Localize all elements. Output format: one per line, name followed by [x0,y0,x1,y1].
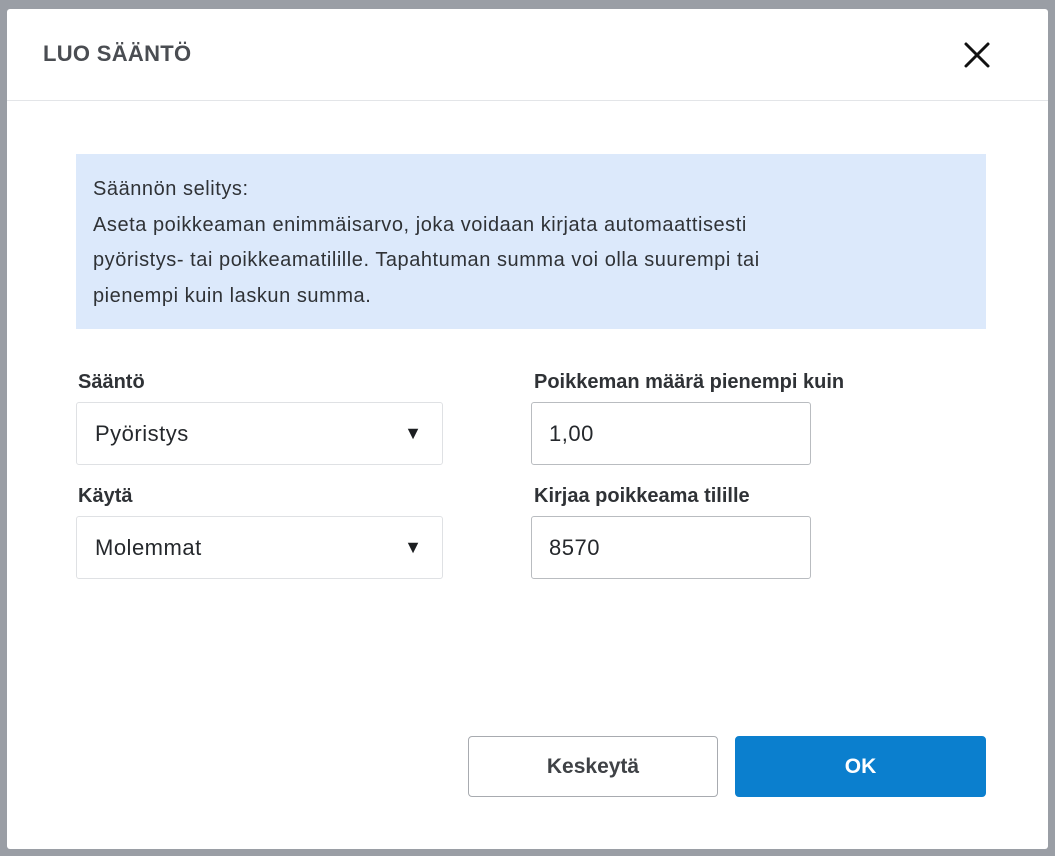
use-label: Käytä [78,485,133,507]
ok-button[interactable]: OK [735,736,986,797]
deviation-amount-input[interactable] [531,402,811,465]
account-input[interactable] [531,516,811,579]
rule-explanation: Säännön selitys: Aseta poikkeaman enimmä… [76,154,986,329]
account-label: Kirjaa poikkeama tilille [534,485,750,507]
close-button[interactable] [959,37,995,73]
dialog-title: LUO SÄÄNTÖ [43,41,192,66]
chevron-down-icon: ▼ [404,423,422,443]
explanation-line: pienempi kuin laskun summa. [93,284,372,307]
use-select-value: Molemmat [95,535,202,560]
use-select[interactable]: Molemmat ▼ [76,516,443,579]
dialog-header: LUO SÄÄNTÖ [7,9,1048,101]
deviation-label: Poikkeman määrä pienempi kuin [534,371,845,393]
explanation-heading: Säännön selitys: [93,178,249,200]
explanation-line: Aseta poikkeaman enimmäisarvo, joka void… [93,213,747,236]
close-icon [964,42,990,68]
rule-label: Sääntö [78,371,145,393]
create-rule-dialog: LUO SÄÄNTÖ Säännön selitys: Aseta poikke… [7,9,1048,849]
explanation-line: pyöristys- tai poikkeamatilille. Tapahtu… [93,249,760,271]
cancel-button[interactable]: Keskeytä [468,736,718,797]
rule-select-value: Pyöristys [95,421,189,446]
chevron-down-icon: ▼ [404,537,422,557]
rule-select[interactable]: Pyöristys ▼ [76,402,443,465]
